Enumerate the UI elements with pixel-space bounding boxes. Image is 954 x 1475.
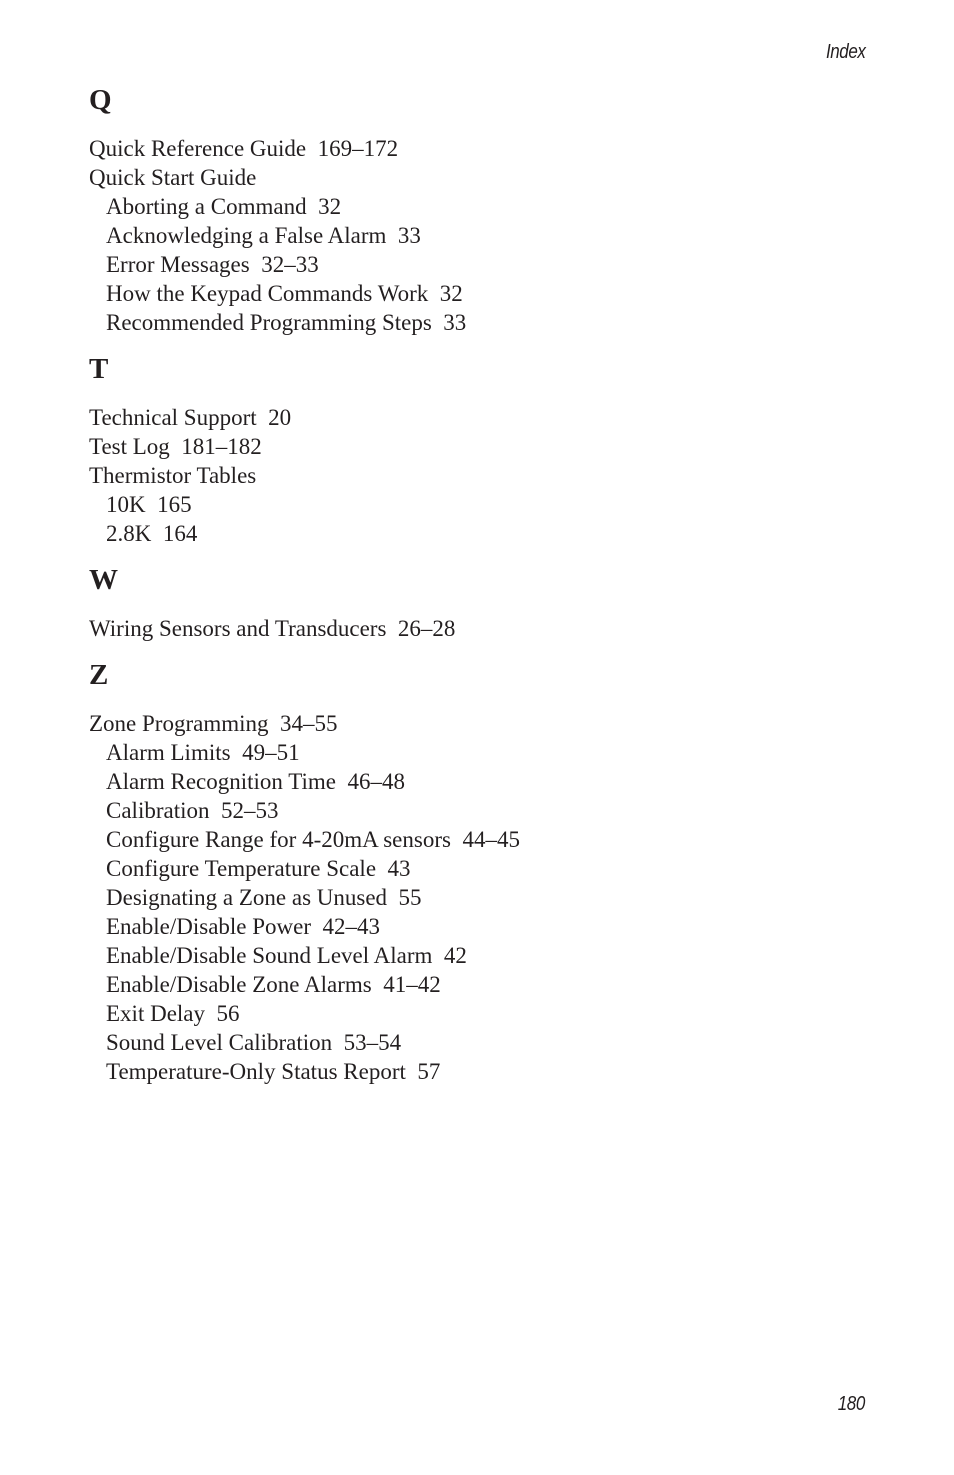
section-letter-heading: W [89, 564, 118, 596]
index-subentry: How the Keypad Commands Work 32 [89, 279, 869, 308]
index-content: Q Quick Reference Guide 169–172 Quick Star… [89, 82, 869, 1100]
entry-term: Aborting a Command [106, 194, 307, 219]
index-subentry: Error Messages 32–33 [89, 250, 869, 279]
index-entry: Quick Reference Guide 169–172 [89, 134, 869, 163]
entry-page-reference: 169–172 [317, 136, 399, 161]
index-subentry: Designating a Zone as Unused 55 [89, 883, 869, 912]
entry-page-reference: 44–45 [462, 827, 520, 852]
entry-page-reference: 26–28 [397, 616, 456, 641]
entry-page-reference: 46–48 [347, 769, 406, 794]
index-subentry: Enable/Disable Power 42–43 [89, 912, 869, 941]
entry-term: Quick Reference Guide [89, 136, 307, 161]
index-subentry: Enable/Disable Sound Level Alarm 42 [89, 941, 869, 970]
index-subentry: Alarm Recognition Time 46–48 [89, 767, 869, 796]
index-section-t: T Technical Support 20 Test Log 181–182 The… [89, 351, 869, 548]
entry-term: Recommended Programming Steps [106, 310, 432, 335]
index-subentry: Calibration 52–53 [89, 796, 869, 825]
index-subentry: 10K 165 [89, 490, 869, 519]
index-subentry: Temperature-Only Status Report 57 [89, 1057, 869, 1086]
entry-term: 10K [106, 492, 146, 517]
entry-page-reference: 49–51 [242, 740, 300, 765]
index-subentry: Configure Range for 4-20mA sensors 44–45 [89, 825, 869, 854]
running-head: Index [825, 41, 866, 63]
section-letter-heading: Z [89, 659, 109, 691]
index-subentry: Alarm Limits 49–51 [89, 738, 869, 767]
entry-page-reference: 181–182 [181, 434, 262, 459]
entry-page-reference: 164 [162, 521, 198, 546]
entry-term: Enable/Disable Power [106, 914, 312, 939]
entry-page-reference: 52–53 [220, 798, 279, 823]
entry-term: Exit Delay [106, 1001, 205, 1026]
entry-page-reference: 42–43 [322, 914, 381, 939]
page-number: 180 [837, 1393, 866, 1415]
index-subentry: Sound Level Calibration 53–54 [89, 1028, 869, 1057]
entry-term: Technical Support [89, 405, 257, 430]
entry-term: Test Log [89, 434, 170, 459]
index-subentry: Configure Temperature Scale 43 [89, 854, 869, 883]
entry-term: Temperature-Only Status Report [106, 1059, 406, 1084]
entry-term: 2.8K [106, 521, 152, 546]
entry-page-reference: 32 [439, 281, 463, 306]
index-subentry: Acknowledging a False Alarm 33 [89, 221, 869, 250]
index-entry: Wiring Sensors and Transducers 26–28 [89, 614, 869, 643]
entry-term: Alarm Recognition Time [106, 769, 336, 794]
index-subentry: 2.8K 164 [89, 519, 869, 548]
entry-term: How the Keypad Commands Work [106, 281, 429, 306]
entry-page-reference: 56 [216, 1001, 240, 1026]
index-subentry: Exit Delay 56 [89, 999, 869, 1028]
entry-term: Enable/Disable Zone Alarms [106, 972, 372, 997]
index-subentry: Enable/Disable Zone Alarms 41–42 [89, 970, 869, 999]
entry-term: Zone Programming [89, 711, 269, 736]
index-entry: Technical Support 20 [89, 403, 869, 432]
entry-page-reference: 33 [443, 310, 467, 335]
index-entry: Zone Programming 34–55 [89, 709, 869, 738]
entry-term: Calibration [106, 798, 210, 823]
entry-term: Configure Range for 4-20mA sensors [106, 827, 451, 852]
entry-page-reference: 165 [157, 492, 192, 517]
section-letter-heading: T [89, 353, 109, 385]
entry-term: Wiring Sensors and Transducers [89, 616, 387, 641]
entry-page-reference: 55 [398, 885, 422, 910]
entry-page-reference: 41–42 [383, 972, 441, 997]
entry-term: Alarm Limits [106, 740, 231, 765]
entry-page-reference: 53–54 [343, 1030, 402, 1055]
entry-term: Designating a Zone as Unused [106, 885, 388, 910]
entry-term: Thermistor Tables [89, 463, 257, 488]
entry-page-reference: 32 [318, 194, 342, 219]
entry-page-reference: 32–33 [261, 252, 319, 277]
entry-page-reference: 20 [268, 405, 292, 430]
index-entry: Test Log 181–182 [89, 432, 869, 461]
entry-term: Acknowledging a False Alarm [106, 223, 387, 248]
index-section-q: Q Quick Reference Guide 169–172 Quick Star… [89, 82, 869, 337]
entry-page-reference: 33 [397, 223, 421, 248]
entry-term: Quick Start Guide [89, 165, 257, 190]
entry-term: Sound Level Calibration [106, 1030, 333, 1055]
index-subentry: Aborting a Command 32 [89, 192, 869, 221]
entry-page-reference: 34–55 [280, 711, 338, 736]
entry-term: Enable/Disable Sound Level Alarm [106, 943, 433, 968]
index-entry: Thermistor Tables [89, 461, 869, 490]
entry-page-reference: 57 [417, 1059, 441, 1084]
index-section-z: Z Zone Programming 34–55 Alarm Limits 49–5… [89, 657, 869, 1086]
entry-page-reference: 42 [443, 943, 467, 968]
entry-term: Configure Temperature Scale [106, 856, 377, 881]
section-letter-heading: Q [89, 84, 112, 116]
entry-term: Error Messages [106, 252, 250, 277]
index-section-w: W Wiring Sensors and Transducers 26–28 [89, 562, 869, 643]
index-subentry: Recommended Programming Steps 33 [89, 308, 869, 337]
entry-page-reference: 43 [387, 856, 411, 881]
index-entry: Quick Start Guide [89, 163, 869, 192]
